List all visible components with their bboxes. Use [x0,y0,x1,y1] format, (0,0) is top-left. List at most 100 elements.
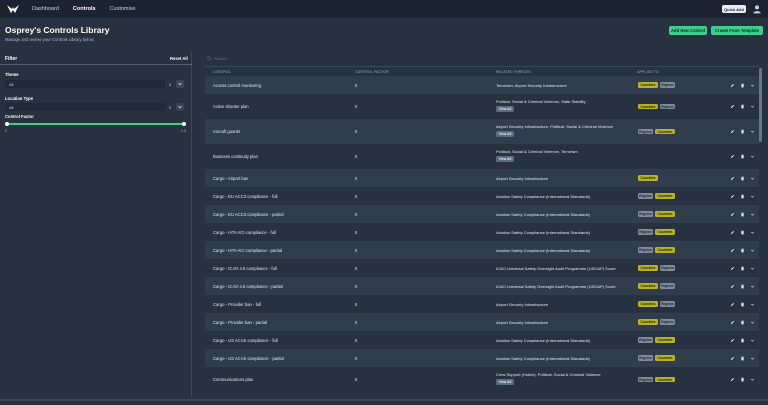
expand-icon[interactable] [750,129,755,134]
expand-icon[interactable] [750,377,755,382]
edit-icon[interactable] [730,230,735,235]
expand-icon[interactable] [750,212,755,217]
search-input[interactable]: Search [214,56,227,61]
reset-all-button[interactable]: Reset All [170,56,188,61]
delete-icon[interactable] [740,338,745,343]
countries-badge: Countries [655,128,675,135]
edit-icon[interactable] [730,176,735,181]
column-header-control-factor[interactable]: CONTROL FACTOR [355,70,389,74]
delete-icon[interactable] [740,248,745,253]
table-row[interactable]: Cargo - IATA ACI compliance - partial 0 Av… [205,241,759,259]
table-row[interactable]: Cargo - US ACAS compliance - full 0 Aviati… [205,331,759,349]
control-factor-max-handle[interactable] [182,121,186,126]
control-factor-value: 0 [355,175,358,181]
edit-icon[interactable] [730,83,735,88]
location-type-clear-button[interactable]: x [169,105,171,110]
table-row[interactable]: Cargo - IATA ACI compliance - full 0 Aviat… [205,223,759,241]
edit-icon[interactable] [730,212,735,217]
table-row[interactable]: Business continuity plan 0 Political, Soci… [205,144,759,169]
delete-icon[interactable] [740,320,745,325]
column-header-applied-to[interactable]: APPLIED TO [637,70,659,74]
expand-icon[interactable] [750,302,755,307]
countries-badge: Countries [655,376,675,383]
table-row[interactable]: Active shooter plan 0 Political, Social & … [205,94,759,119]
table-row[interactable]: Cargo - Provider ban - partial 0 Airport S… [205,313,759,331]
table-row[interactable]: Cargo - ICAO 4.6 compliance - partial 0 IC… [205,277,759,295]
delete-icon[interactable] [740,302,745,307]
delete-icon[interactable] [740,129,745,134]
osprey-logo-icon[interactable] [7,4,19,14]
related-threats: Terrorism, Airport Security Infrastructu… [496,82,567,88]
edit-icon[interactable] [730,154,735,159]
view-all-button[interactable]: View All [496,131,514,137]
delete-icon[interactable] [740,356,745,361]
column-header-control[interactable]: CONTROL [213,70,231,74]
delete-icon[interactable] [740,212,745,217]
expand-icon[interactable] [750,248,755,253]
table-row[interactable]: Cargo - EU ACC3 compliance - partial 0 Avi… [205,205,759,223]
nav-item-controls[interactable]: Controls [73,6,96,12]
table-row[interactable]: Cargo - Provider ban - full 0 Airport Secu… [205,295,759,313]
delete-icon[interactable] [740,83,745,88]
delete-icon[interactable] [740,377,745,382]
expand-icon[interactable] [750,104,755,109]
expand-icon[interactable] [750,266,755,271]
table-scrollbar[interactable] [759,68,762,142]
expand-icon[interactable] [750,83,755,88]
table-row[interactable]: Cargo - EU ACC3 compliance - full 0 Aviati… [205,187,759,205]
location-type-select[interactable]: All [5,103,165,111]
edit-icon[interactable] [730,129,735,134]
delete-icon[interactable] [740,176,745,181]
edit-icon[interactable] [730,338,735,343]
user-icon[interactable] [752,4,762,14]
table-row[interactable]: Aircraft guards 0 Airport Security Infrast… [205,119,759,144]
expand-icon[interactable] [750,338,755,343]
nav-item-dashboard[interactable]: Dashboard [32,6,59,12]
expand-icon[interactable] [750,356,755,361]
delete-icon[interactable] [740,104,745,109]
edit-icon[interactable] [730,302,735,307]
control-factor-slider[interactable] [6,123,184,125]
edit-icon[interactable] [730,377,735,382]
regions-badge: Regions [660,283,675,289]
column-header-related-threats[interactable]: RELATED THREATS [496,70,531,74]
expand-icon[interactable] [750,320,755,325]
edit-icon[interactable] [730,104,735,109]
delete-icon[interactable] [740,230,745,235]
location-type-dropdown-toggle[interactable] [176,103,184,111]
table-row[interactable]: Access control monitoring 0 Terrorism, Air… [205,76,759,94]
nav-item-customise[interactable]: Customise [110,6,136,12]
expand-icon[interactable] [750,194,755,199]
edit-icon[interactable] [730,194,735,199]
control-factor-value: 0 [355,283,358,289]
delete-icon[interactable] [740,284,745,289]
expand-icon[interactable] [750,154,755,159]
theme-select[interactable]: All [5,80,165,88]
add-new-control-button[interactable]: Add New Control [669,26,707,35]
control-factor-min-handle[interactable] [4,121,9,126]
regions-badge: Regions [660,319,675,325]
expand-icon[interactable] [750,284,755,289]
table-row[interactable]: Communications plan 0 Crew Support (Hotels… [205,367,759,392]
edit-icon[interactable] [730,266,735,271]
edit-icon[interactable] [730,320,735,325]
control-factor-value: 0 [355,154,358,159]
view-all-button[interactable]: View All [496,379,514,385]
delete-icon[interactable] [740,266,745,271]
quick-add-button[interactable]: Quick Add [722,5,746,13]
table-row[interactable]: Cargo - Airport ban 0 Airport Security Inf… [205,169,759,187]
delete-icon[interactable] [740,194,745,199]
expand-icon[interactable] [750,230,755,235]
create-from-template-button[interactable]: Create From Template [711,26,763,35]
theme-dropdown-toggle[interactable] [176,80,184,88]
view-all-button[interactable]: View All [496,106,514,112]
theme-clear-button[interactable]: x [169,82,171,87]
edit-icon[interactable] [730,356,735,361]
view-all-button[interactable]: View All [496,156,514,162]
edit-icon[interactable] [730,284,735,289]
delete-icon[interactable] [740,154,745,159]
table-row[interactable]: Cargo - ICAO 4.6 compliance - full 0 ICAO … [205,259,759,277]
expand-icon[interactable] [750,176,755,181]
table-row[interactable]: Cargo - US ACAS compliance - partial 0 Avi… [205,349,759,367]
edit-icon[interactable] [730,248,735,253]
